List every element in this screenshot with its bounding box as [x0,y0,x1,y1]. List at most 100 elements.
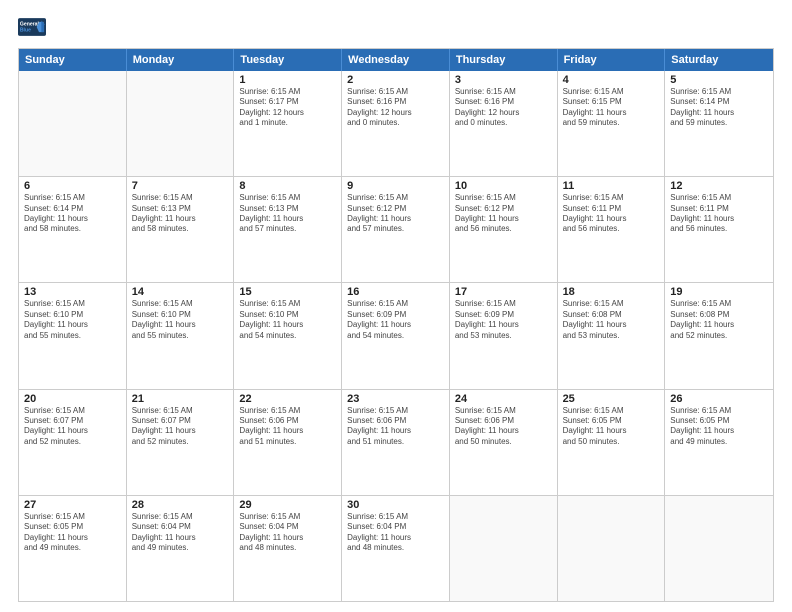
day-info: Sunrise: 6:15 AM Sunset: 6:13 PM Dayligh… [239,193,336,235]
calendar-cell [558,496,666,601]
calendar-cell: 28Sunrise: 6:15 AM Sunset: 6:04 PM Dayli… [127,496,235,601]
calendar-cell: 18Sunrise: 6:15 AM Sunset: 6:08 PM Dayli… [558,283,666,388]
week-row-2: 6Sunrise: 6:15 AM Sunset: 6:14 PM Daylig… [19,177,773,283]
calendar-cell: 29Sunrise: 6:15 AM Sunset: 6:04 PM Dayli… [234,496,342,601]
day-info: Sunrise: 6:15 AM Sunset: 6:12 PM Dayligh… [455,193,552,235]
calendar-cell: 27Sunrise: 6:15 AM Sunset: 6:05 PM Dayli… [19,496,127,601]
calendar-cell [450,496,558,601]
calendar-cell: 7Sunrise: 6:15 AM Sunset: 6:13 PM Daylig… [127,177,235,282]
calendar-cell: 14Sunrise: 6:15 AM Sunset: 6:10 PM Dayli… [127,283,235,388]
day-number: 13 [24,286,121,298]
day-info: Sunrise: 6:15 AM Sunset: 6:06 PM Dayligh… [239,406,336,448]
calendar-cell: 21Sunrise: 6:15 AM Sunset: 6:07 PM Dayli… [127,390,235,495]
day-info: Sunrise: 6:15 AM Sunset: 6:04 PM Dayligh… [347,512,444,554]
week-row-4: 20Sunrise: 6:15 AM Sunset: 6:07 PM Dayli… [19,390,773,496]
day-info: Sunrise: 6:15 AM Sunset: 6:09 PM Dayligh… [347,299,444,341]
day-info: Sunrise: 6:15 AM Sunset: 6:09 PM Dayligh… [455,299,552,341]
svg-text:Blue: Blue [20,28,31,34]
day-number: 18 [563,286,660,298]
logo: General Blue [18,18,46,38]
calendar-cell: 19Sunrise: 6:15 AM Sunset: 6:08 PM Dayli… [665,283,773,388]
week-row-1: 1Sunrise: 6:15 AM Sunset: 6:17 PM Daylig… [19,71,773,177]
day-number: 11 [563,180,660,192]
day-number: 20 [24,393,121,405]
day-number: 22 [239,393,336,405]
day-number: 9 [347,180,444,192]
day-info: Sunrise: 6:15 AM Sunset: 6:12 PM Dayligh… [347,193,444,235]
logo-icon: General Blue [18,18,46,36]
day-number: 8 [239,180,336,192]
day-info: Sunrise: 6:15 AM Sunset: 6:04 PM Dayligh… [239,512,336,554]
day-info: Sunrise: 6:15 AM Sunset: 6:04 PM Dayligh… [132,512,229,554]
day-number: 3 [455,74,552,86]
day-info: Sunrise: 6:15 AM Sunset: 6:10 PM Dayligh… [132,299,229,341]
calendar-cell [665,496,773,601]
calendar-cell: 20Sunrise: 6:15 AM Sunset: 6:07 PM Dayli… [19,390,127,495]
day-number: 10 [455,180,552,192]
day-info: Sunrise: 6:15 AM Sunset: 6:10 PM Dayligh… [239,299,336,341]
header-day-friday: Friday [558,49,666,71]
day-info: Sunrise: 6:15 AM Sunset: 6:06 PM Dayligh… [347,406,444,448]
day-number: 27 [24,499,121,511]
week-row-3: 13Sunrise: 6:15 AM Sunset: 6:10 PM Dayli… [19,283,773,389]
calendar-cell: 11Sunrise: 6:15 AM Sunset: 6:11 PM Dayli… [558,177,666,282]
calendar-cell: 4Sunrise: 6:15 AM Sunset: 6:15 PM Daylig… [558,71,666,176]
day-info: Sunrise: 6:15 AM Sunset: 6:16 PM Dayligh… [455,87,552,129]
day-info: Sunrise: 6:15 AM Sunset: 6:17 PM Dayligh… [239,87,336,129]
calendar-cell: 30Sunrise: 6:15 AM Sunset: 6:04 PM Dayli… [342,496,450,601]
header-day-thursday: Thursday [450,49,558,71]
calendar-header: SundayMondayTuesdayWednesdayThursdayFrid… [19,49,773,71]
calendar-cell: 5Sunrise: 6:15 AM Sunset: 6:14 PM Daylig… [665,71,773,176]
day-info: Sunrise: 6:15 AM Sunset: 6:11 PM Dayligh… [563,193,660,235]
day-number: 15 [239,286,336,298]
day-number: 21 [132,393,229,405]
day-number: 14 [132,286,229,298]
day-number: 30 [347,499,444,511]
day-info: Sunrise: 6:15 AM Sunset: 6:05 PM Dayligh… [24,512,121,554]
day-number: 19 [670,286,768,298]
calendar-cell: 23Sunrise: 6:15 AM Sunset: 6:06 PM Dayli… [342,390,450,495]
calendar-cell: 17Sunrise: 6:15 AM Sunset: 6:09 PM Dayli… [450,283,558,388]
day-number: 1 [239,74,336,86]
calendar-cell: 3Sunrise: 6:15 AM Sunset: 6:16 PM Daylig… [450,71,558,176]
header-day-saturday: Saturday [665,49,773,71]
day-info: Sunrise: 6:15 AM Sunset: 6:10 PM Dayligh… [24,299,121,341]
header-day-wednesday: Wednesday [342,49,450,71]
calendar-cell: 15Sunrise: 6:15 AM Sunset: 6:10 PM Dayli… [234,283,342,388]
calendar-cell: 26Sunrise: 6:15 AM Sunset: 6:05 PM Dayli… [665,390,773,495]
calendar-cell: 8Sunrise: 6:15 AM Sunset: 6:13 PM Daylig… [234,177,342,282]
day-info: Sunrise: 6:15 AM Sunset: 6:06 PM Dayligh… [455,406,552,448]
calendar-cell: 24Sunrise: 6:15 AM Sunset: 6:06 PM Dayli… [450,390,558,495]
day-number: 17 [455,286,552,298]
day-info: Sunrise: 6:15 AM Sunset: 6:05 PM Dayligh… [563,406,660,448]
calendar-cell: 25Sunrise: 6:15 AM Sunset: 6:05 PM Dayli… [558,390,666,495]
calendar-body: 1Sunrise: 6:15 AM Sunset: 6:17 PM Daylig… [19,71,773,601]
header-day-sunday: Sunday [19,49,127,71]
calendar-cell [127,71,235,176]
calendar-cell: 1Sunrise: 6:15 AM Sunset: 6:17 PM Daylig… [234,71,342,176]
day-info: Sunrise: 6:15 AM Sunset: 6:07 PM Dayligh… [24,406,121,448]
header-day-tuesday: Tuesday [234,49,342,71]
day-info: Sunrise: 6:15 AM Sunset: 6:16 PM Dayligh… [347,87,444,129]
day-number: 16 [347,286,444,298]
day-number: 4 [563,74,660,86]
day-number: 29 [239,499,336,511]
day-info: Sunrise: 6:15 AM Sunset: 6:05 PM Dayligh… [670,406,768,448]
day-info: Sunrise: 6:15 AM Sunset: 6:14 PM Dayligh… [24,193,121,235]
day-number: 6 [24,180,121,192]
calendar-cell: 6Sunrise: 6:15 AM Sunset: 6:14 PM Daylig… [19,177,127,282]
day-info: Sunrise: 6:15 AM Sunset: 6:15 PM Dayligh… [563,87,660,129]
day-number: 12 [670,180,768,192]
day-number: 26 [670,393,768,405]
day-number: 23 [347,393,444,405]
calendar-cell: 13Sunrise: 6:15 AM Sunset: 6:10 PM Dayli… [19,283,127,388]
day-number: 5 [670,74,768,86]
calendar-cell: 2Sunrise: 6:15 AM Sunset: 6:16 PM Daylig… [342,71,450,176]
day-number: 7 [132,180,229,192]
day-info: Sunrise: 6:15 AM Sunset: 6:13 PM Dayligh… [132,193,229,235]
day-number: 2 [347,74,444,86]
day-info: Sunrise: 6:15 AM Sunset: 6:08 PM Dayligh… [563,299,660,341]
day-info: Sunrise: 6:15 AM Sunset: 6:07 PM Dayligh… [132,406,229,448]
day-info: Sunrise: 6:15 AM Sunset: 6:08 PM Dayligh… [670,299,768,341]
svg-text:General: General [20,22,40,28]
